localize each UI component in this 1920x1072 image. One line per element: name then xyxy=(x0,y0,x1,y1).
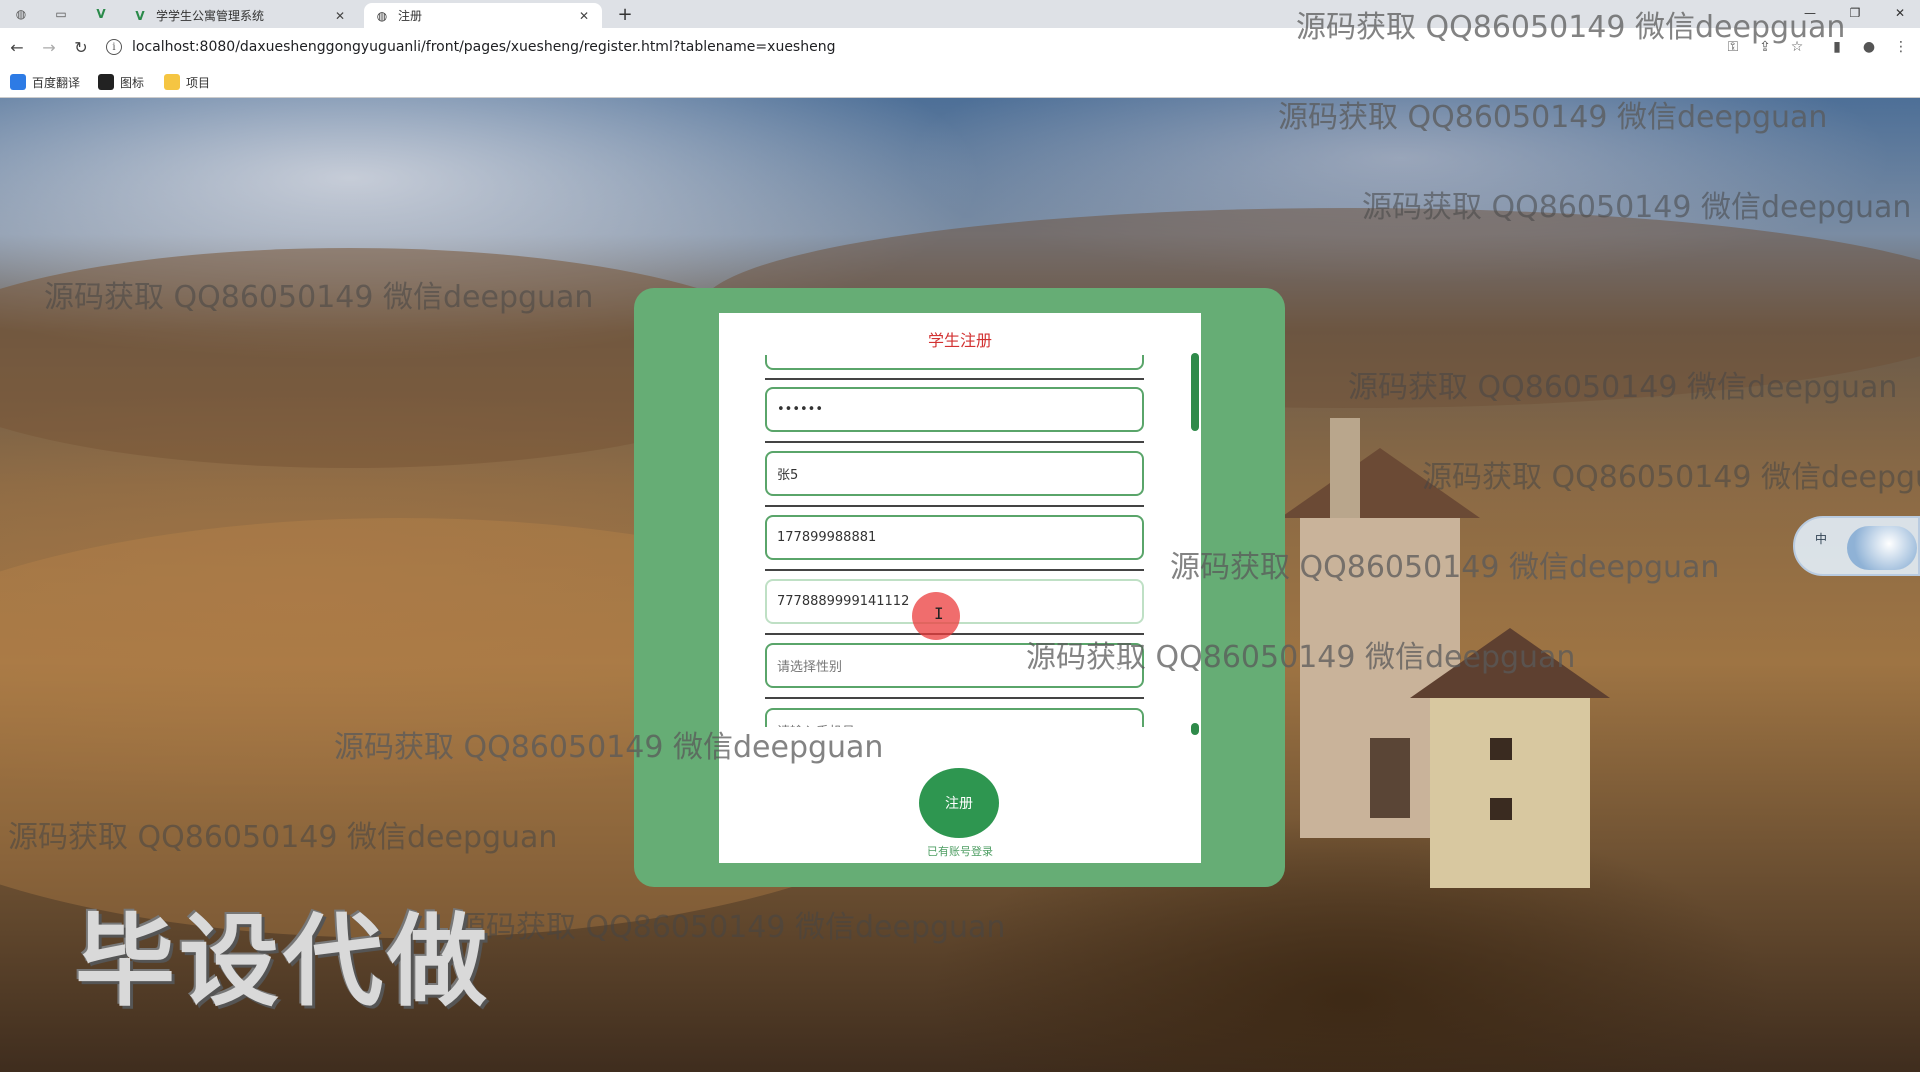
widget-label: 中 xyxy=(1815,532,1828,546)
tab-register[interactable]: ◍ 注册 ✕ xyxy=(364,3,602,28)
watermark-text: 源码获取 QQ86050149 微信deepguan xyxy=(8,820,558,855)
field-divider xyxy=(765,441,1144,443)
watermark-text: 源码获取 QQ86050149 微信deepguan xyxy=(1026,640,1576,675)
globe-icon xyxy=(1847,526,1917,570)
bookmark-label: 项目 xyxy=(186,75,211,90)
watermark-text: 源码获取 QQ86050149 微信deepguan xyxy=(1278,100,1828,135)
translate-icon xyxy=(10,74,26,90)
new-tab-button[interactable]: + xyxy=(612,3,638,25)
scrollbar-end xyxy=(1191,723,1199,735)
forward-icon[interactable]: → xyxy=(38,36,60,58)
folder-icon xyxy=(164,74,180,90)
tab-close-icon[interactable]: ✕ xyxy=(332,8,348,24)
menu-icon[interactable]: ⋮ xyxy=(1890,36,1912,58)
text-cursor-icon: I xyxy=(934,604,944,623)
globe-icon: ◍ xyxy=(376,8,388,23)
watermark-text: 源码获取 QQ86050149 微信deepguan xyxy=(1362,190,1912,225)
scrollbar-thumb[interactable] xyxy=(1191,353,1199,431)
form-title: 学生注册 xyxy=(927,331,992,350)
vue-tab-icon[interactable]: V xyxy=(88,4,114,24)
login-link[interactable]: 已有账号登录 xyxy=(719,843,1201,859)
password-field[interactable]: •••••• xyxy=(765,387,1144,432)
bookmark-icons[interactable]: 图标 xyxy=(98,72,144,92)
field-divider xyxy=(765,505,1144,507)
bookmark-baidu-translate[interactable]: 百度翻译 xyxy=(10,72,80,92)
watermark-text: 源码获取 QQ86050149 微信deepguan xyxy=(1348,370,1898,405)
register-form: 学生注册 •••••• 张5 177899988881 777888999914… xyxy=(719,313,1201,863)
profile-icon[interactable]: ● xyxy=(1858,36,1880,58)
bookmark-label: 百度翻译 xyxy=(32,75,81,90)
tab-system[interactable]: V 学学生公寓管理系统 ✕ xyxy=(122,3,358,28)
watermark-text: 源码获取 QQ86050149 微信deepguan xyxy=(334,730,884,765)
tab-title: 注册 xyxy=(398,9,423,23)
tab-title: 学学生公寓管理系统 xyxy=(156,9,265,23)
url-text: localhost:8080/daxueshenggongyuguanli/fr… xyxy=(132,39,836,55)
reload-icon[interactable]: ↻ xyxy=(70,36,92,58)
watermark-text: 源码获取 QQ86050149 微信deepguan xyxy=(1296,10,1846,45)
register-button[interactable]: 注册 xyxy=(919,768,999,838)
globe-icon[interactable]: ◍ xyxy=(8,4,34,24)
register-card-frame: 学生注册 •••••• 张5 177899988881 777888999914… xyxy=(634,288,1285,887)
bookmark-label: 图标 xyxy=(120,75,145,90)
field-divider xyxy=(765,569,1144,571)
bookmark-projects[interactable]: 项目 xyxy=(164,72,210,92)
blank-tab-icon[interactable]: ▭ xyxy=(48,4,74,24)
watermark-text: 源码获取 QQ86050149 微信deepguan xyxy=(44,280,594,315)
info-icon[interactable]: i xyxy=(106,39,122,55)
field-divider xyxy=(765,378,1144,380)
gender-placeholder: 请选择性别 xyxy=(777,660,843,675)
promo-stamp: 毕设代做 xyxy=(75,903,491,1020)
account-field[interactable] xyxy=(765,355,1144,370)
close-window-button[interactable]: ✕ xyxy=(1880,2,1920,24)
watermark-text: 源码获取 QQ86050149 微信deepguan xyxy=(1422,460,1920,495)
image-icon xyxy=(98,74,114,90)
name-field[interactable]: 张5 xyxy=(765,451,1144,496)
phone-field[interactable]: 177899988881 xyxy=(765,515,1144,560)
floating-ime-widget[interactable]: 中 xyxy=(1793,516,1920,576)
watermark-text: 源码获取 QQ86050149 微信deepguan xyxy=(456,910,1006,945)
tab-close-icon[interactable]: ✕ xyxy=(576,8,592,24)
field-divider xyxy=(765,697,1144,699)
watermark-text: 源码获取 QQ86050149 微信deepguan xyxy=(1170,550,1720,585)
vue-logo-icon: V xyxy=(135,8,145,23)
back-icon[interactable]: ← xyxy=(6,36,28,58)
